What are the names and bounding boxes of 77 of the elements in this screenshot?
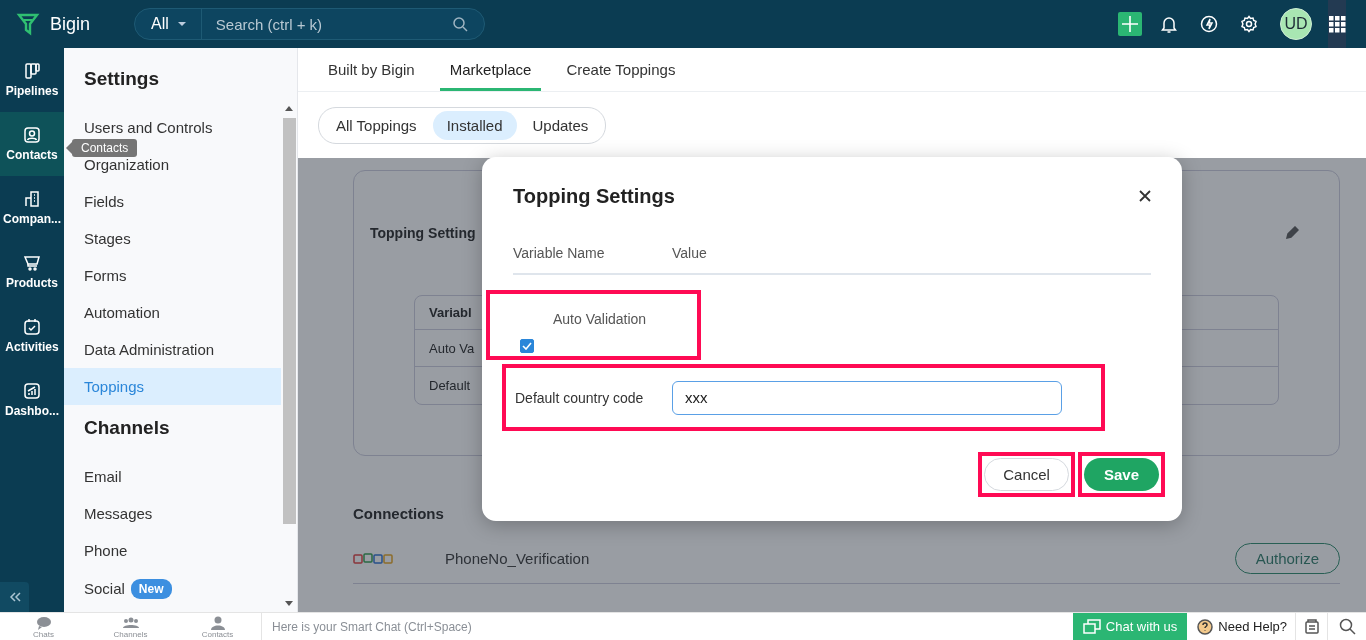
scope-dropdown[interactable]: All bbox=[135, 9, 202, 39]
logo-icon bbox=[16, 12, 40, 36]
scope-label: All bbox=[151, 15, 169, 33]
settings-item[interactable]: Messages bbox=[84, 505, 153, 523]
person-icon bbox=[23, 126, 41, 144]
column-header: Value bbox=[672, 245, 707, 261]
input-field[interactable]: xxx bbox=[672, 380, 1062, 415]
settings-item[interactable]: Email bbox=[84, 468, 122, 486]
colored-squares-logo bbox=[353, 552, 393, 565]
tab[interactable]: Create Toppings bbox=[556, 48, 686, 91]
field-label: Auto Validation bbox=[553, 311, 648, 327]
scroll-down-icon bbox=[285, 601, 293, 606]
settings-item[interactable]: Users and Controls bbox=[84, 119, 213, 137]
plus-icon bbox=[1121, 15, 1139, 33]
table-cell: Default bbox=[429, 378, 471, 393]
chart-icon bbox=[23, 382, 41, 400]
section-heading: Channels bbox=[83, 417, 170, 440]
footer-tab[interactable]: Channels bbox=[87, 613, 174, 640]
settings-item[interactable]: Organization bbox=[84, 156, 170, 174]
settings-item[interactable]: Stages bbox=[84, 230, 131, 248]
double-chevron-icon bbox=[8, 592, 21, 602]
bell-icon[interactable] bbox=[1160, 15, 1178, 33]
scroll-up-icon bbox=[285, 106, 293, 111]
apps-grid-icon[interactable] bbox=[1328, 15, 1346, 33]
cart-icon bbox=[23, 254, 41, 272]
building-icon bbox=[23, 190, 41, 208]
footer-tab[interactable]: Chats bbox=[0, 613, 87, 640]
filter-pill[interactable]: Updates bbox=[518, 111, 603, 140]
tab[interactable]: Marketplace bbox=[439, 48, 542, 91]
people-icon bbox=[121, 616, 140, 630]
nav-item[interactable]: Dashbo... bbox=[0, 368, 64, 432]
settings-icon[interactable] bbox=[1240, 15, 1258, 33]
caret-icon bbox=[176, 21, 187, 27]
calendar-icon bbox=[23, 318, 41, 336]
filter-pill[interactable]: All Toppings bbox=[322, 111, 431, 140]
section-heading: Settings bbox=[83, 68, 159, 91]
app-name: Bigin bbox=[50, 13, 91, 35]
settings-item[interactable]: Automation bbox=[84, 304, 160, 322]
dialog-title: Topping Settings bbox=[513, 184, 675, 208]
close-icon[interactable] bbox=[1139, 190, 1151, 202]
board-icon bbox=[23, 62, 41, 80]
search-field[interactable]: All Search (ctrl + k) bbox=[134, 8, 485, 40]
section-heading: Connections bbox=[353, 505, 445, 522]
search-icon bbox=[452, 16, 468, 32]
question-icon bbox=[1197, 618, 1214, 635]
card-title: Topping Setting bbox=[370, 225, 476, 241]
new-badge: New bbox=[130, 579, 172, 599]
settings-item[interactable]: Data Administration bbox=[84, 341, 215, 359]
nav-item[interactable]: Activities bbox=[0, 304, 64, 368]
lightning-icon[interactable] bbox=[1200, 15, 1218, 33]
table-cell: Auto Va bbox=[429, 340, 475, 356]
cancel-button[interactable]: Cancel bbox=[984, 458, 1069, 491]
notes-icon[interactable] bbox=[1303, 618, 1320, 635]
scroll-thumb[interactable] bbox=[282, 118, 296, 524]
chat-windows-icon bbox=[1082, 619, 1101, 634]
footer-tab[interactable]: Contacts bbox=[174, 613, 261, 640]
person-icon bbox=[208, 616, 227, 630]
nav-item[interactable]: Products bbox=[0, 240, 64, 304]
settings-item[interactable]: Phone bbox=[84, 542, 128, 560]
nav-item[interactable]: Compan... bbox=[0, 176, 64, 240]
tab[interactable]: Built by Bigin bbox=[318, 48, 425, 91]
filter-pill[interactable]: Installed bbox=[432, 111, 517, 140]
settings-item[interactable]: Social New bbox=[84, 579, 172, 599]
table-header: Variabl bbox=[429, 305, 472, 320]
settings-item[interactable]: Fields bbox=[84, 193, 124, 211]
column-header: Variable Name bbox=[513, 245, 606, 261]
checkbox[interactable] bbox=[520, 339, 534, 353]
field-label: Default country code bbox=[515, 389, 645, 406]
pencil-icon[interactable] bbox=[1285, 226, 1299, 240]
settings-item[interactable]: Forms bbox=[84, 267, 127, 285]
connection-name: PhoneNo_Verification bbox=[445, 550, 591, 567]
collapse-button[interactable] bbox=[0, 582, 29, 612]
user-avatar[interactable]: UD bbox=[1280, 8, 1312, 40]
search-icon[interactable] bbox=[1338, 618, 1356, 635]
check-icon bbox=[522, 342, 532, 350]
chat-bubble-icon bbox=[34, 616, 53, 630]
nav-item[interactable]: Pipelines bbox=[0, 48, 64, 112]
